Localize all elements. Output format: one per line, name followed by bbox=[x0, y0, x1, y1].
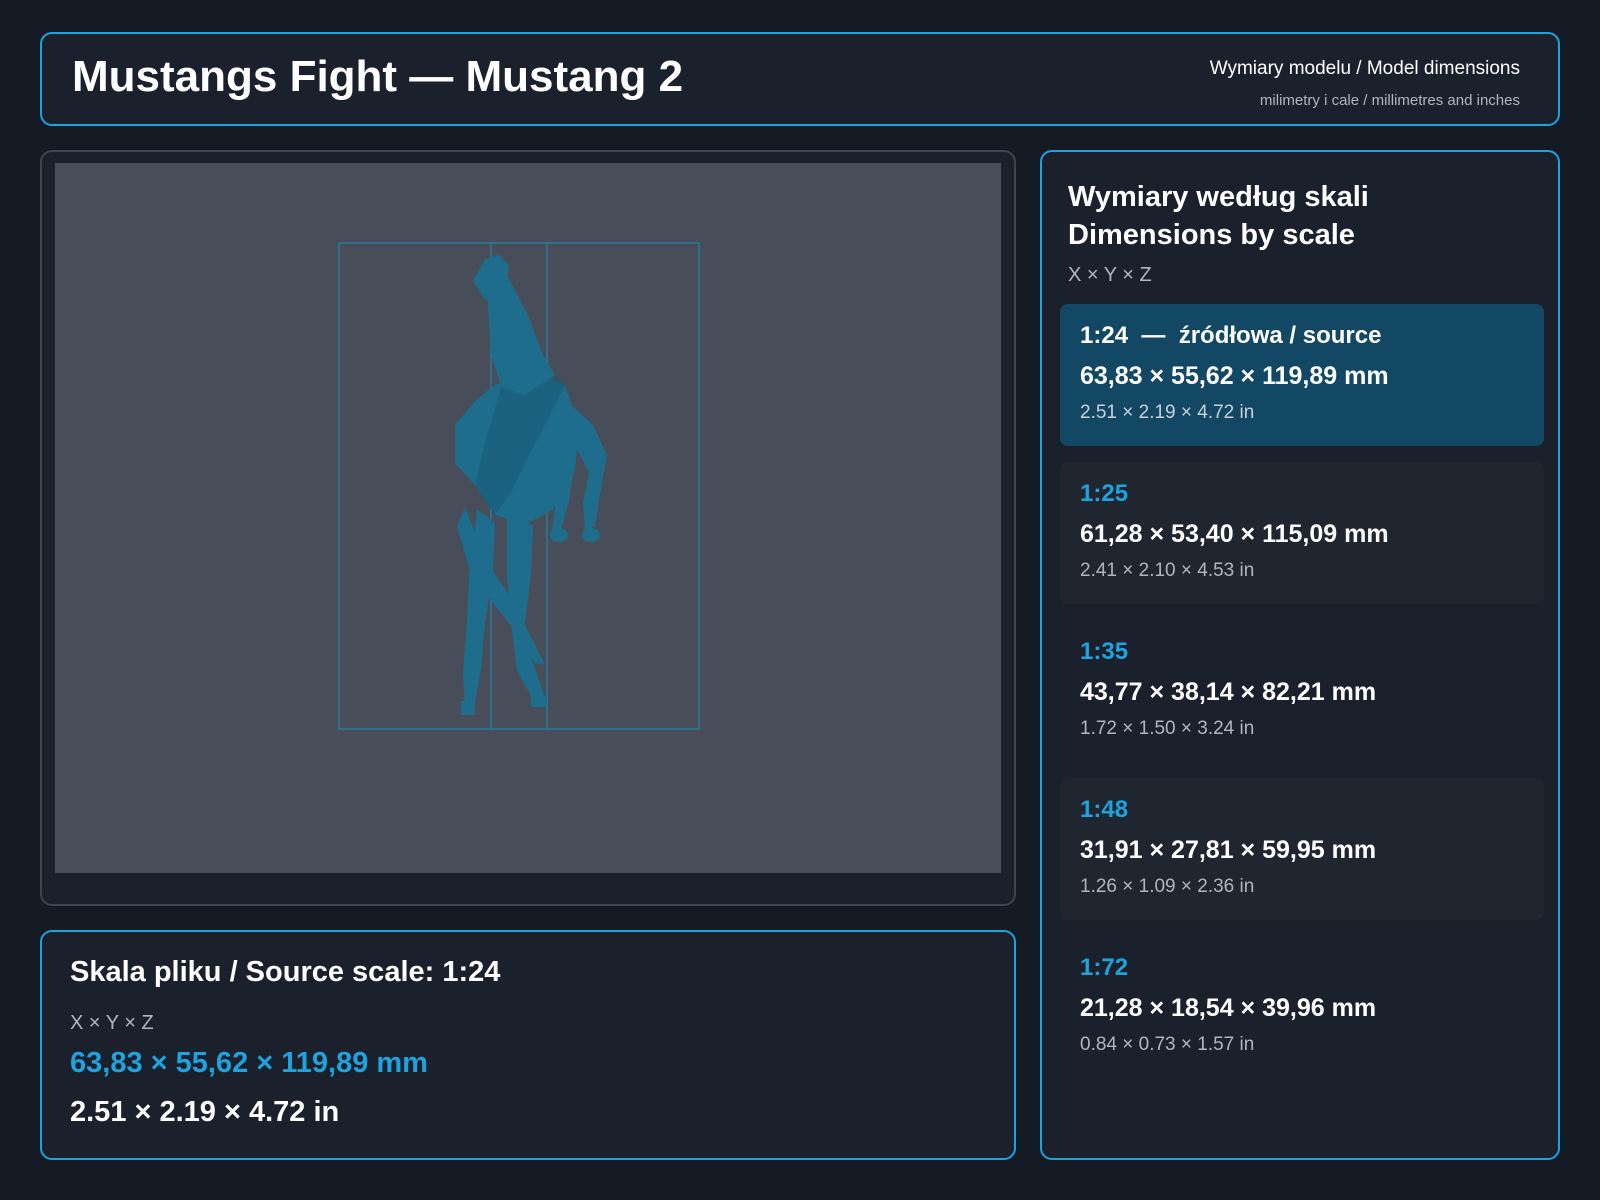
scale-dimensions-in: 1.26 × 1.09 × 2.36 in bbox=[1080, 876, 1255, 897]
scale-dimensions-mm: 21,28 × 18,54 × 39,96 mm bbox=[1080, 994, 1377, 1022]
header-units-note: milimetry i cale / millimetres and inche… bbox=[1259, 92, 1520, 109]
source-axes-label: X × Y × Z bbox=[70, 1012, 154, 1034]
scale-dimensions-in: 0.84 × 0.73 × 1.57 in bbox=[1080, 1034, 1255, 1055]
source-scale-title: Skala pliku / Source scale: 1:24 bbox=[70, 956, 501, 988]
scale-dimensions-in: 2.51 × 2.19 × 4.72 in bbox=[1080, 402, 1255, 423]
scale-dimensions-mm: 31,91 × 27,81 × 59,95 mm bbox=[1080, 836, 1377, 864]
scale-dimensions-mm: 63,83 × 55,62 × 119,89 mm bbox=[1080, 362, 1389, 390]
model-viewer-panel bbox=[40, 150, 1016, 906]
scales-panel-title-pl: Wymiary według skali bbox=[1068, 181, 1369, 213]
page-title: Mustangs Fight — Mustang 2 bbox=[72, 52, 684, 101]
scale-label: 1:72 bbox=[1080, 954, 1129, 981]
scales-panel-title-en: Dimensions by scale bbox=[1068, 219, 1355, 251]
model-viewport[interactable] bbox=[55, 163, 1001, 873]
scale-item-1-25[interactable]: 1:25 61,28 × 53,40 × 115,09 mm 2.41 × 2.… bbox=[1060, 462, 1544, 604]
scale-dimensions-mm: 43,77 × 38,14 × 82,21 mm bbox=[1080, 678, 1377, 706]
header-panel: Mustangs Fight — Mustang 2 Wymiary model… bbox=[40, 32, 1560, 126]
scales-panel: Wymiary według skali Dimensions by scale… bbox=[1040, 150, 1560, 1160]
scales-axes-label: X × Y × Z bbox=[1068, 264, 1152, 286]
scale-label: 1:48 bbox=[1080, 796, 1129, 823]
scale-item-1-35[interactable]: 1:35 43,77 × 38,14 × 82,21 mm 1.72 × 1.5… bbox=[1060, 620, 1544, 762]
source-dimensions-mm: 63,83 × 55,62 × 119,89 mm bbox=[70, 1047, 428, 1079]
scale-item-1-48[interactable]: 1:48 31,91 × 27,81 × 59,95 mm 1.26 × 1.0… bbox=[1060, 778, 1544, 920]
scale-item-1-72[interactable]: 1:72 21,28 × 18,54 × 39,96 mm 0.84 × 0.7… bbox=[1060, 936, 1544, 1078]
scale-item-1-24[interactable]: 1:24 — źródłowa / source 63,83 × 55,62 ×… bbox=[1060, 304, 1544, 446]
scale-dimensions-in: 1.72 × 1.50 × 3.24 in bbox=[1080, 718, 1255, 739]
source-scale-card: Skala pliku / Source scale: 1:24 X × Y ×… bbox=[40, 930, 1016, 1160]
scale-dimensions-mm: 61,28 × 53,40 × 115,09 mm bbox=[1080, 520, 1389, 548]
source-dimensions-in: 2.51 × 2.19 × 4.72 in bbox=[70, 1096, 340, 1128]
scales-panel-title: Wymiary według skali Dimensions by scale bbox=[1068, 178, 1369, 254]
horse-model-render bbox=[338, 242, 700, 730]
scale-dimensions-in: 2.41 × 2.10 × 4.53 in bbox=[1080, 560, 1255, 581]
header-subtitle: Wymiary modelu / Model dimensions bbox=[1209, 58, 1520, 79]
scale-label: 1:24 — źródłowa / source bbox=[1080, 322, 1382, 349]
scale-label: 1:25 bbox=[1080, 480, 1129, 507]
scale-label: 1:35 bbox=[1080, 638, 1129, 665]
